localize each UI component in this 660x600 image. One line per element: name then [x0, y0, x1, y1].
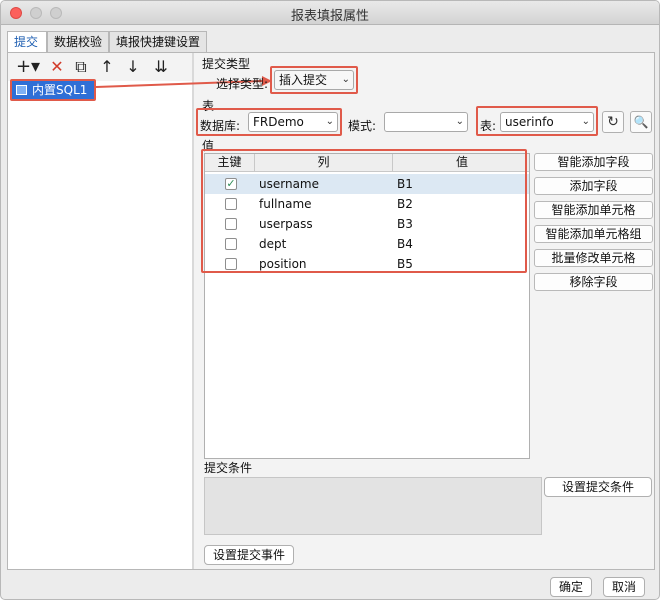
- smart-add-cell-button[interactable]: 智能添加单元格: [534, 201, 653, 219]
- condition-area[interactable]: [204, 477, 542, 535]
- mode-label: 模式:: [348, 119, 377, 133]
- highlight-database: [196, 108, 342, 136]
- tab-data-validation[interactable]: 数据校验: [47, 31, 109, 53]
- condition-label: 提交条件: [204, 461, 253, 475]
- dialog-window: 报表填报属性 提交 数据校验 填报快捷键设置 +▾ ✕ ⧉ ↑ ↓ ⇊ 内置SQ…: [0, 0, 660, 600]
- highlight-grid: [201, 149, 527, 273]
- smart-add-field-button[interactable]: 智能添加字段: [534, 153, 653, 171]
- ok-button[interactable]: 确定: [550, 577, 592, 597]
- highlight-table: [476, 106, 598, 136]
- submit-type-section-label: 提交类型: [202, 57, 251, 71]
- left-pane: +▾ ✕ ⧉ ↑ ↓ ⇊ 内置SQL1: [8, 53, 192, 569]
- tab-submit[interactable]: 提交: [7, 31, 47, 53]
- add-icon[interactable]: +▾: [14, 56, 42, 78]
- cancel-button[interactable]: 取消: [603, 577, 645, 597]
- set-submit-event-button[interactable]: 设置提交事件: [204, 545, 294, 565]
- tab-shortcut-settings[interactable]: 填报快捷键设置: [109, 31, 207, 53]
- highlight-submit-type: [270, 66, 358, 94]
- delete-icon[interactable]: ✕: [46, 56, 68, 78]
- chevron-down-icon: ⌄: [455, 116, 464, 127]
- select-type-label: 选择类型:: [216, 77, 269, 91]
- preview-icon[interactable]: 🔍: [630, 111, 652, 133]
- set-condition-button[interactable]: 设置提交条件: [544, 477, 652, 497]
- smart-add-cell-group-button[interactable]: 智能添加单元格组: [534, 225, 653, 243]
- title-bar: 报表填报属性: [1, 1, 659, 25]
- tab-content: +▾ ✕ ⧉ ↑ ↓ ⇊ 内置SQL1 提交类型 选择类型: 插入提交 ⌄ 表 …: [7, 52, 655, 570]
- mode-select[interactable]: ⌄: [384, 112, 468, 132]
- batch-modify-cells-button[interactable]: 批量修改单元格: [534, 249, 653, 267]
- sql-tree: 内置SQL1: [8, 79, 192, 569]
- copy-icon[interactable]: ⧉: [70, 56, 92, 78]
- right-pane: 提交类型 选择类型: 插入提交 ⌄ 表 数据库: FRDemo ⌄ 模式: ⌄ …: [194, 53, 654, 569]
- add-field-button[interactable]: 添加字段: [534, 177, 653, 195]
- window-title: 报表填报属性: [290, 9, 369, 24]
- remove-field-button[interactable]: 移除字段: [534, 273, 653, 291]
- refresh-icon[interactable]: ↻: [602, 111, 624, 133]
- highlight-tree-item: [10, 79, 96, 101]
